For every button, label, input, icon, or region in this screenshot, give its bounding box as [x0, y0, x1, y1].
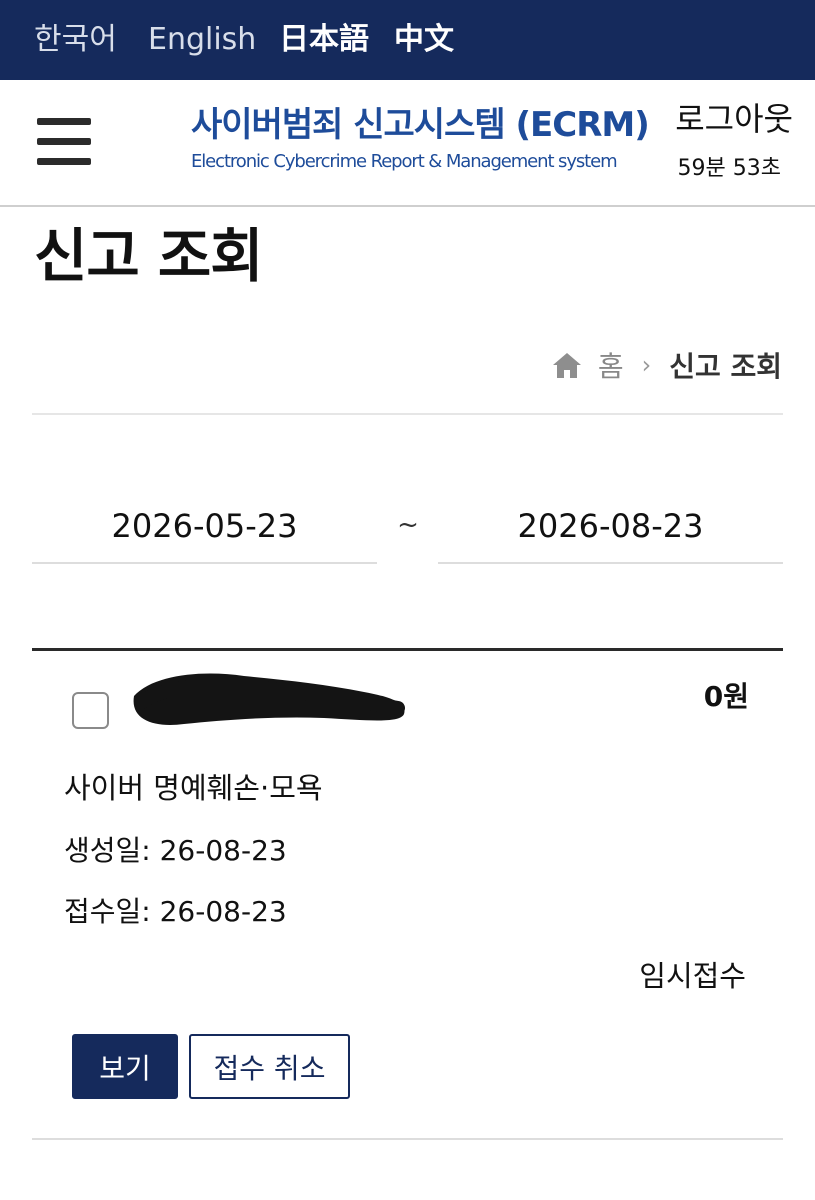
report-amount: 0원	[703, 680, 749, 713]
logout-button[interactable]: 로그아웃	[675, 98, 793, 140]
page-title: 신고 조회	[34, 222, 264, 290]
date-to-input[interactable]	[438, 490, 783, 564]
lang-japanese[interactable]: 日本語	[279, 20, 369, 60]
created-date: 생성일: 26-08-23	[64, 834, 287, 867]
lang-korean[interactable]: 한국어	[34, 20, 117, 60]
breadcrumb: 홈 › 신고 조회	[552, 344, 782, 386]
section-divider	[32, 413, 783, 415]
report-select-checkbox[interactable]	[72, 692, 109, 729]
view-button[interactable]: 보기	[72, 1034, 178, 1099]
redaction-mark	[133, 673, 405, 725]
lang-chinese[interactable]: 中文	[394, 20, 454, 60]
received-date: 접수일: 26-08-23	[64, 895, 287, 928]
home-icon[interactable]	[552, 351, 582, 379]
language-bar: 한국어 English 日本語 中文	[0, 0, 815, 80]
session-timer: 59분 53초	[677, 156, 781, 181]
list-bottom-divider	[32, 1138, 783, 1140]
menu-bar-middle	[37, 138, 91, 145]
site-subtitle: Electronic Cybercrime Report & Managemen…	[191, 151, 618, 172]
date-from-input[interactable]	[32, 490, 377, 564]
menu-bar-bottom	[37, 158, 91, 165]
date-range-separator: ~	[397, 510, 419, 540]
breadcrumb-home[interactable]: 홈	[598, 345, 624, 385]
cancel-report-button[interactable]: 접수 취소	[189, 1034, 350, 1099]
status-badge: 임시접수	[639, 959, 746, 993]
lang-english[interactable]: English	[148, 20, 256, 60]
hamburger-menu-icon[interactable]	[37, 118, 91, 166]
breadcrumb-separator-icon: ›	[641, 351, 652, 379]
list-top-divider	[32, 648, 783, 651]
crime-type: 사이버 명예훼손·모욕	[64, 771, 323, 805]
site-title[interactable]: 사이버범죄 신고시스템 (ECRM)	[191, 102, 650, 148]
breadcrumb-current: 신고 조회	[669, 350, 782, 383]
site-header: 사이버범죄 신고시스템 (ECRM) Electronic Cybercrime…	[0, 80, 815, 207]
menu-bar-top	[37, 118, 91, 125]
